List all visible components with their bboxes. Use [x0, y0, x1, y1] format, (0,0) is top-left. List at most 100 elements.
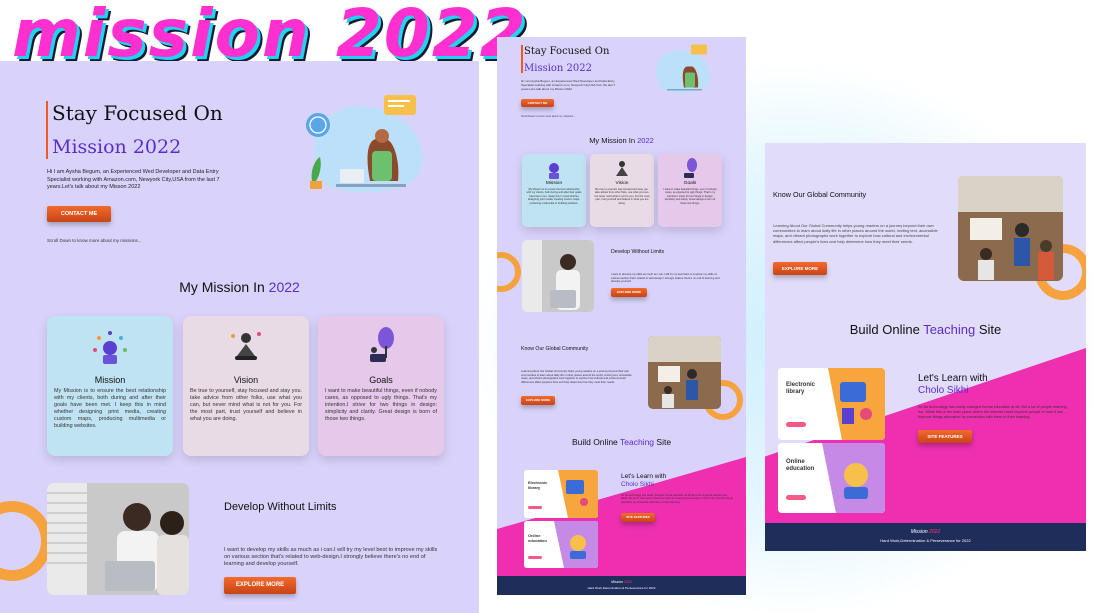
scroll-hint: Scroll Down to know more about my missio…: [47, 238, 142, 243]
missions-title-year: 2022: [268, 279, 300, 295]
goals-card: Goals I want to make beautiful things, e…: [658, 154, 722, 227]
decor-ring: [497, 252, 521, 292]
teaching-title: Build Online Teaching Site: [765, 322, 1086, 337]
electronic-library-card[interactable]: Electronic library: [778, 368, 885, 440]
decor-ring: [0, 501, 52, 581]
goals-icon: [658, 154, 722, 181]
footer: Mission 2022 Hard Work,Determination & P…: [497, 576, 746, 595]
teaching-title-suffix: Site: [978, 322, 1002, 337]
footer-brand-year: 2022: [929, 529, 941, 535]
footer-brand-prefix: Mission: [910, 529, 928, 535]
contact-button[interactable]: CONTACT ME: [47, 206, 111, 222]
teaching-title: Build Online Teaching Site: [497, 437, 746, 447]
goals-card: Goals I want to make beautiful things, e…: [318, 316, 444, 456]
vision-card-body: Be true to yourself, stay focused and st…: [190, 388, 302, 422]
vision-icon: [183, 316, 309, 372]
vision-card-title: Vision: [233, 375, 259, 385]
mission-card-title: Mission: [94, 375, 126, 385]
missions-title-year: 2022: [637, 136, 654, 145]
site-features-button[interactable]: SITE FEATURES: [918, 430, 972, 443]
hero-title-line2: Mission 2022: [52, 136, 182, 158]
footer-tagline: Hard Work,Determination & Perseverance f…: [880, 538, 971, 543]
footer-tagline: Hard Work,Determination & Perseverance f…: [587, 586, 656, 590]
mission-card-body: My Mission is to ensure the best relatio…: [54, 388, 166, 429]
goals-card-body: I want to make beautiful things, even if…: [325, 388, 437, 422]
vision-card: Vision Be true to yourself, stay focused…: [590, 154, 654, 227]
website-preview-large: Stay Focused On Mission 2022 Hi I am Ays…: [0, 61, 479, 613]
vision-card: Vision Be true to yourself, stay focused…: [183, 316, 309, 456]
teaching-title-highlight: Teaching: [923, 322, 976, 337]
hero-intro: Hi I am Aysha Begum, an Experienced Wed …: [521, 79, 616, 91]
website-preview-zoomed: Know Our Global Community Learning About…: [765, 143, 1086, 551]
global-explore-button[interactable]: EXPLORE MORE: [773, 262, 827, 275]
develop-photo: [522, 240, 594, 312]
learn-text: So far technology has vastly changed for…: [918, 405, 1067, 419]
missions-title-prefix: My Mission In: [589, 136, 636, 145]
missions-title: My Mission In 2022: [497, 136, 746, 145]
learn-title: Let's Learn with: [918, 373, 988, 384]
learn-text: So far technology has vastly changed for…: [621, 494, 733, 504]
hero-intro: Hi I am Aysha Begum, an Experienced Wed …: [47, 169, 220, 190]
hero-accent-bar: [521, 45, 523, 73]
card-mini-button[interactable]: [786, 495, 806, 500]
goals-card-body: I want to make beautiful things, even if…: [663, 188, 717, 205]
online-education-card[interactable]: Online education: [778, 443, 885, 513]
electronic-library-label: Electronic library: [786, 382, 816, 395]
electronic-library-card[interactable]: Electronic library: [524, 470, 598, 518]
global-text: Learning About Our Global Community help…: [521, 370, 632, 384]
electronic-library-label: Electronic library: [528, 480, 548, 490]
card-mini-button[interactable]: [528, 556, 542, 559]
footer-brand: Mission 2022: [497, 580, 746, 584]
footer-brand-year: 2022: [624, 580, 632, 584]
vision-icon: [590, 154, 654, 181]
teaching-title-suffix: Site: [656, 437, 672, 447]
online-education-card[interactable]: Online education: [524, 521, 598, 568]
hero-illustration: [306, 95, 423, 193]
missions-title-prefix: My Mission In: [179, 279, 265, 295]
global-photo: [958, 176, 1063, 281]
develop-explore-button[interactable]: EXPLORE MORE: [611, 288, 647, 297]
hero-illustration: [656, 44, 711, 94]
global-text: Learning About Our Global Community help…: [773, 223, 938, 244]
footer: Mission 2022 Hard Work,Determination & P…: [765, 523, 1086, 551]
goals-card-title: Goals: [369, 375, 393, 385]
learn-title: Let's Learn with: [621, 473, 667, 480]
card-mini-button[interactable]: [786, 422, 806, 427]
online-education-label: Online education: [786, 459, 815, 472]
develop-title: Develop Without Limits: [224, 501, 337, 513]
scroll-hint: Scroll Down to know more about my missio…: [521, 115, 576, 118]
learn-subtitle: Cholo Sikhi: [918, 385, 969, 396]
develop-photo: [47, 483, 189, 595]
global-explore-button[interactable]: EXPLORE MORE: [521, 396, 555, 405]
hero-title-line1: Stay Focused On: [52, 101, 223, 125]
mission-card: Mission My Mission is to ensure the best…: [47, 316, 173, 456]
hero-accent-bar: [46, 101, 48, 159]
develop-text: I want to develop my skills as much as i…: [611, 273, 720, 283]
goals-icon: [318, 316, 444, 372]
vision-card-body: Be true to yourself, stay focused and st…: [594, 188, 650, 205]
mission-icon: [522, 154, 586, 181]
footer-brand: Mission 2022: [765, 529, 1086, 535]
site-features-button[interactable]: SITE FEATURES: [621, 513, 655, 522]
learn-subtitle: Cholo Sikhi: [621, 481, 654, 488]
teaching-title-prefix: Build Online: [849, 322, 920, 337]
teaching-title-highlight: Teaching: [620, 437, 655, 447]
teaching-title-prefix: Build Online: [571, 437, 618, 447]
develop-title: Develop Without Limits: [611, 249, 665, 255]
website-preview-full: Stay Focused On Mission 2022 Hi I am Ays…: [497, 37, 746, 595]
card-mini-button[interactable]: [528, 506, 542, 509]
missions-title: My Mission In 2022: [0, 279, 479, 295]
collage-stage: mission 2022 Stay Focused On Mission 202…: [0, 0, 1093, 613]
develop-explore-button[interactable]: EXPLORE MORE: [224, 577, 296, 594]
mission-card: Mission My Mission is to ensure the best…: [522, 154, 586, 227]
footer-brand-prefix: Mission: [611, 580, 624, 584]
develop-text: I want to develop my skills as much as i…: [224, 547, 438, 568]
hero-title-line2: Mission 2022: [524, 63, 592, 74]
mission-card-body: My Mission is to ensure the best relatio…: [526, 188, 582, 205]
hero-title-line1: Stay Focused On: [524, 46, 610, 57]
global-title: Know Our Global Community: [773, 190, 867, 199]
mission-icon: [47, 316, 173, 372]
online-education-label: Online education: [528, 533, 547, 543]
global-title: Know Our Global Community: [521, 346, 589, 352]
contact-button[interactable]: CONTACT ME: [521, 99, 554, 107]
